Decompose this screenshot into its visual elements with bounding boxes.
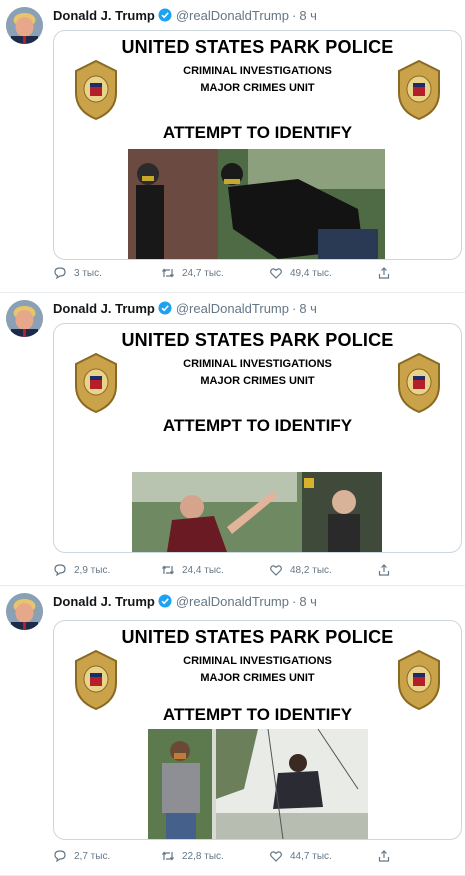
- share-upload-icon: [378, 850, 390, 862]
- retweet-count: 22,8 тыс.: [182, 850, 224, 862]
- share-button[interactable]: [377, 563, 398, 577]
- tweet-actions: 3 тыс. 24,7 тыс. 49,4 тыс.: [53, 265, 393, 281]
- tweet[interactable]: Donald J. Trump @realDonaldTrump · 8 ч U…: [0, 293, 465, 586]
- tweet-image-card[interactable]: UNITED STATES PARK POLICE CRIMINAL INVES…: [53, 323, 462, 553]
- like-count: 44,7 тыс.: [290, 850, 332, 862]
- tweet-feed: Donald J. Trump @realDonaldTrump · 8 ч U…: [0, 0, 465, 876]
- reply-count: 3 тыс.: [74, 267, 102, 279]
- speech-bubble-icon: [54, 267, 66, 280]
- retweet-arrows-icon: [162, 268, 174, 278]
- park-police-shield-icon: [75, 352, 117, 414]
- card-attempt-label: ATTEMPT TO IDENTIFY: [162, 416, 353, 435]
- reply-button[interactable]: 2,9 тыс.: [53, 563, 110, 577]
- tweet-header: Donald J. Trump @realDonaldTrump · 8 ч: [53, 592, 317, 610]
- card-attempt-label: ATTEMPT TO IDENTIFY: [162, 705, 353, 724]
- like-count: 49,4 тыс.: [290, 267, 332, 279]
- retweet-button[interactable]: 24,7 тыс.: [161, 266, 224, 280]
- tweet[interactable]: Donald J. Trump @realDonaldTrump · 8 ч U…: [0, 586, 465, 876]
- verified-badge-icon: [158, 301, 172, 315]
- author-handle[interactable]: @realDonaldTrump: [176, 301, 289, 316]
- card-attempt-label: ATTEMPT TO IDENTIFY: [162, 123, 353, 142]
- tweet[interactable]: Donald J. Trump @realDonaldTrump · 8 ч U…: [0, 0, 465, 293]
- share-upload-icon: [378, 267, 390, 279]
- tweet-header: Donald J. Trump @realDonaldTrump · 8 ч: [53, 6, 317, 24]
- avatar[interactable]: [6, 7, 43, 44]
- author-handle[interactable]: @realDonaldTrump: [176, 8, 289, 23]
- retweet-count: 24,4 тыс.: [182, 564, 224, 576]
- retweet-arrows-icon: [162, 565, 174, 575]
- like-button[interactable]: 49,4 тыс.: [269, 266, 332, 280]
- share-button[interactable]: [377, 849, 398, 863]
- like-button[interactable]: 44,7 тыс.: [269, 849, 332, 863]
- retweet-count: 24,7 тыс.: [182, 267, 224, 279]
- avatar[interactable]: [6, 593, 43, 630]
- card-headline: UNITED STATES PARK POLICE: [121, 37, 394, 57]
- tweet-header: Donald J. Trump @realDonaldTrump · 8 ч: [53, 299, 317, 317]
- tweet-image-card[interactable]: UNITED STATES PARK POLICE CRIMINAL INVES…: [53, 620, 462, 840]
- park-police-shield-icon: [398, 59, 440, 121]
- separator-dot: ·: [292, 300, 297, 316]
- park-police-shield-icon: [398, 352, 440, 414]
- separator-dot: ·: [292, 7, 297, 23]
- heart-icon: [270, 851, 282, 862]
- tweet-timestamp[interactable]: 8 ч: [299, 8, 317, 23]
- share-upload-icon: [378, 564, 390, 576]
- retweet-arrows-icon: [162, 851, 174, 861]
- park-police-shield-icon: [75, 59, 117, 121]
- like-count: 48,2 тыс.: [290, 564, 332, 576]
- share-button[interactable]: [377, 266, 398, 280]
- card-headline: UNITED STATES PARK POLICE: [121, 627, 394, 647]
- heart-icon: [270, 268, 282, 279]
- tweet-image-card[interactable]: UNITED STATES PARK POLICE CRIMINAL INVES…: [53, 30, 462, 260]
- suspect-photo: [128, 149, 385, 259]
- tweet-actions: 2,9 тыс. 24,4 тыс. 48,2 тыс.: [53, 562, 393, 578]
- author-name[interactable]: Donald J. Trump: [53, 594, 155, 609]
- reply-count: 2,9 тыс.: [74, 564, 111, 576]
- tweet-timestamp[interactable]: 8 ч: [299, 301, 317, 316]
- avatar[interactable]: [6, 300, 43, 337]
- author-handle[interactable]: @realDonaldTrump: [176, 594, 289, 609]
- suspect-photo: [148, 729, 368, 839]
- speech-bubble-icon: [54, 850, 66, 863]
- park-police-shield-icon: [398, 649, 440, 711]
- reply-count: 2,7 тыс.: [74, 850, 111, 862]
- author-name[interactable]: Donald J. Trump: [53, 301, 155, 316]
- tweet-actions: 2,7 тыс. 22,8 тыс. 44,7 тыс.: [53, 848, 393, 864]
- verified-badge-icon: [158, 594, 172, 608]
- speech-bubble-icon: [54, 564, 66, 577]
- tweet-timestamp[interactable]: 8 ч: [299, 594, 317, 609]
- retweet-button[interactable]: 22,8 тыс.: [161, 849, 224, 863]
- verified-badge-icon: [158, 8, 172, 22]
- author-name[interactable]: Donald J. Trump: [53, 8, 155, 23]
- reply-button[interactable]: 2,7 тыс.: [53, 849, 110, 863]
- reply-button[interactable]: 3 тыс.: [53, 266, 102, 280]
- like-button[interactable]: 48,2 тыс.: [269, 563, 332, 577]
- heart-icon: [270, 565, 282, 576]
- separator-dot: ·: [292, 593, 297, 609]
- suspect-photo: [132, 472, 382, 552]
- park-police-shield-icon: [75, 649, 117, 711]
- card-headline: UNITED STATES PARK POLICE: [121, 330, 394, 350]
- retweet-button[interactable]: 24,4 тыс.: [161, 563, 224, 577]
